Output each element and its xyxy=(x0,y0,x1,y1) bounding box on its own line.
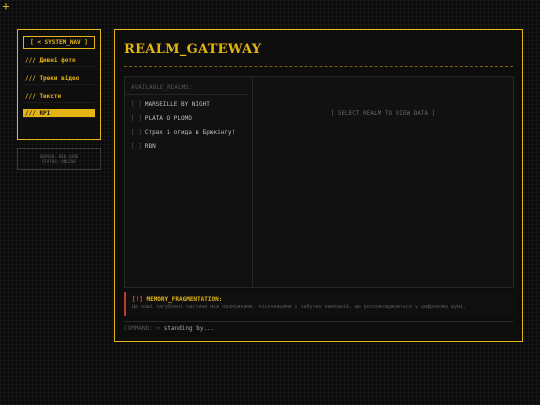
realm-detail-pane: [ SELECT REALM TO VIEW DATA ] xyxy=(253,77,513,287)
realm-item-strakh[interactable]: [ ] Страх і огида в Брюкінгу! xyxy=(131,128,246,137)
alert-message: Це наші загублені частини між проміжками… xyxy=(132,304,467,310)
select-realm-placeholder: [ SELECT REALM TO VIEW DATA ] xyxy=(330,110,436,117)
alert-code: MEMORY_FRAGMENTATION: xyxy=(146,296,223,303)
realm-item-label: RBN xyxy=(144,143,156,150)
sidebar-item-rpi[interactable]: /// RPI xyxy=(23,109,95,118)
realm-list-pane: AVAILABLE_REALMS: [ ] MARSEILLE BY NIGHT … xyxy=(125,77,253,287)
alert-prefix: [!] xyxy=(132,296,143,303)
command-status: standing by... xyxy=(163,325,215,332)
page-title: REALM_GATEWAY xyxy=(124,42,262,57)
server-online-line: STATUS: ONLINE xyxy=(42,159,76,164)
memory-fragmentation-alert: [!] MEMORY_FRAGMENTATION: Це наші загубл… xyxy=(124,292,514,316)
realm-item-label: PLATA O PLOMO xyxy=(144,115,192,122)
realm-checkbox: [ ] xyxy=(131,143,142,150)
title-divider xyxy=(124,66,513,67)
realm-checkbox: [ ] xyxy=(131,101,142,108)
realm-list: [ ] MARSEILLE BY NIGHT [ ] PLATA O PLOMO [… xyxy=(125,95,252,161)
system-nav-sidebar: [ < SYSTEM_NAV ] /// Дивні фото /// Трек… xyxy=(17,29,101,140)
sidebar-item-photos[interactable]: /// Дивні фото xyxy=(23,55,95,67)
realm-list-header: AVAILABLE_REALMS: xyxy=(125,77,248,95)
command-line[interactable]: COMMAND: > standing by... xyxy=(124,325,214,332)
realm-content-area: AVAILABLE_REALMS: [ ] MARSEILLE BY NIGHT … xyxy=(124,76,514,288)
command-prompt-label: COMMAND: > xyxy=(124,325,161,332)
realm-item-label: MARSEILLE BY NIGHT xyxy=(144,101,210,108)
realm-item-rbn[interactable]: [ ] RBN xyxy=(131,142,246,151)
alert-title: [!] MEMORY_FRAGMENTATION: xyxy=(132,296,508,304)
realm-gateway-panel: REALM_GATEWAY AVAILABLE_REALMS: [ ] MARSE… xyxy=(114,29,523,342)
server-status-box: SERVER: RED_CORE STATUS: ONLINE xyxy=(17,148,101,170)
realm-item-label: Страх і огида в Брюкінгу! xyxy=(144,129,236,136)
sidebar-item-videos[interactable]: /// Треки відео xyxy=(23,73,95,85)
realm-item-plata-o-plomo[interactable]: [ ] PLATA O PLOMO xyxy=(131,114,246,123)
system-nav-back-button[interactable]: [ < SYSTEM_NAV ] xyxy=(23,36,95,49)
sidebar-item-texts[interactable]: /// Тексти xyxy=(23,91,95,103)
command-divider xyxy=(124,321,513,322)
realm-item-marseille[interactable]: [ ] MARSEILLE BY NIGHT xyxy=(131,100,246,109)
realm-checkbox: [ ] xyxy=(131,129,142,136)
realm-checkbox: [ ] xyxy=(131,115,142,122)
crosshair-cursor-icon: + xyxy=(2,0,10,13)
